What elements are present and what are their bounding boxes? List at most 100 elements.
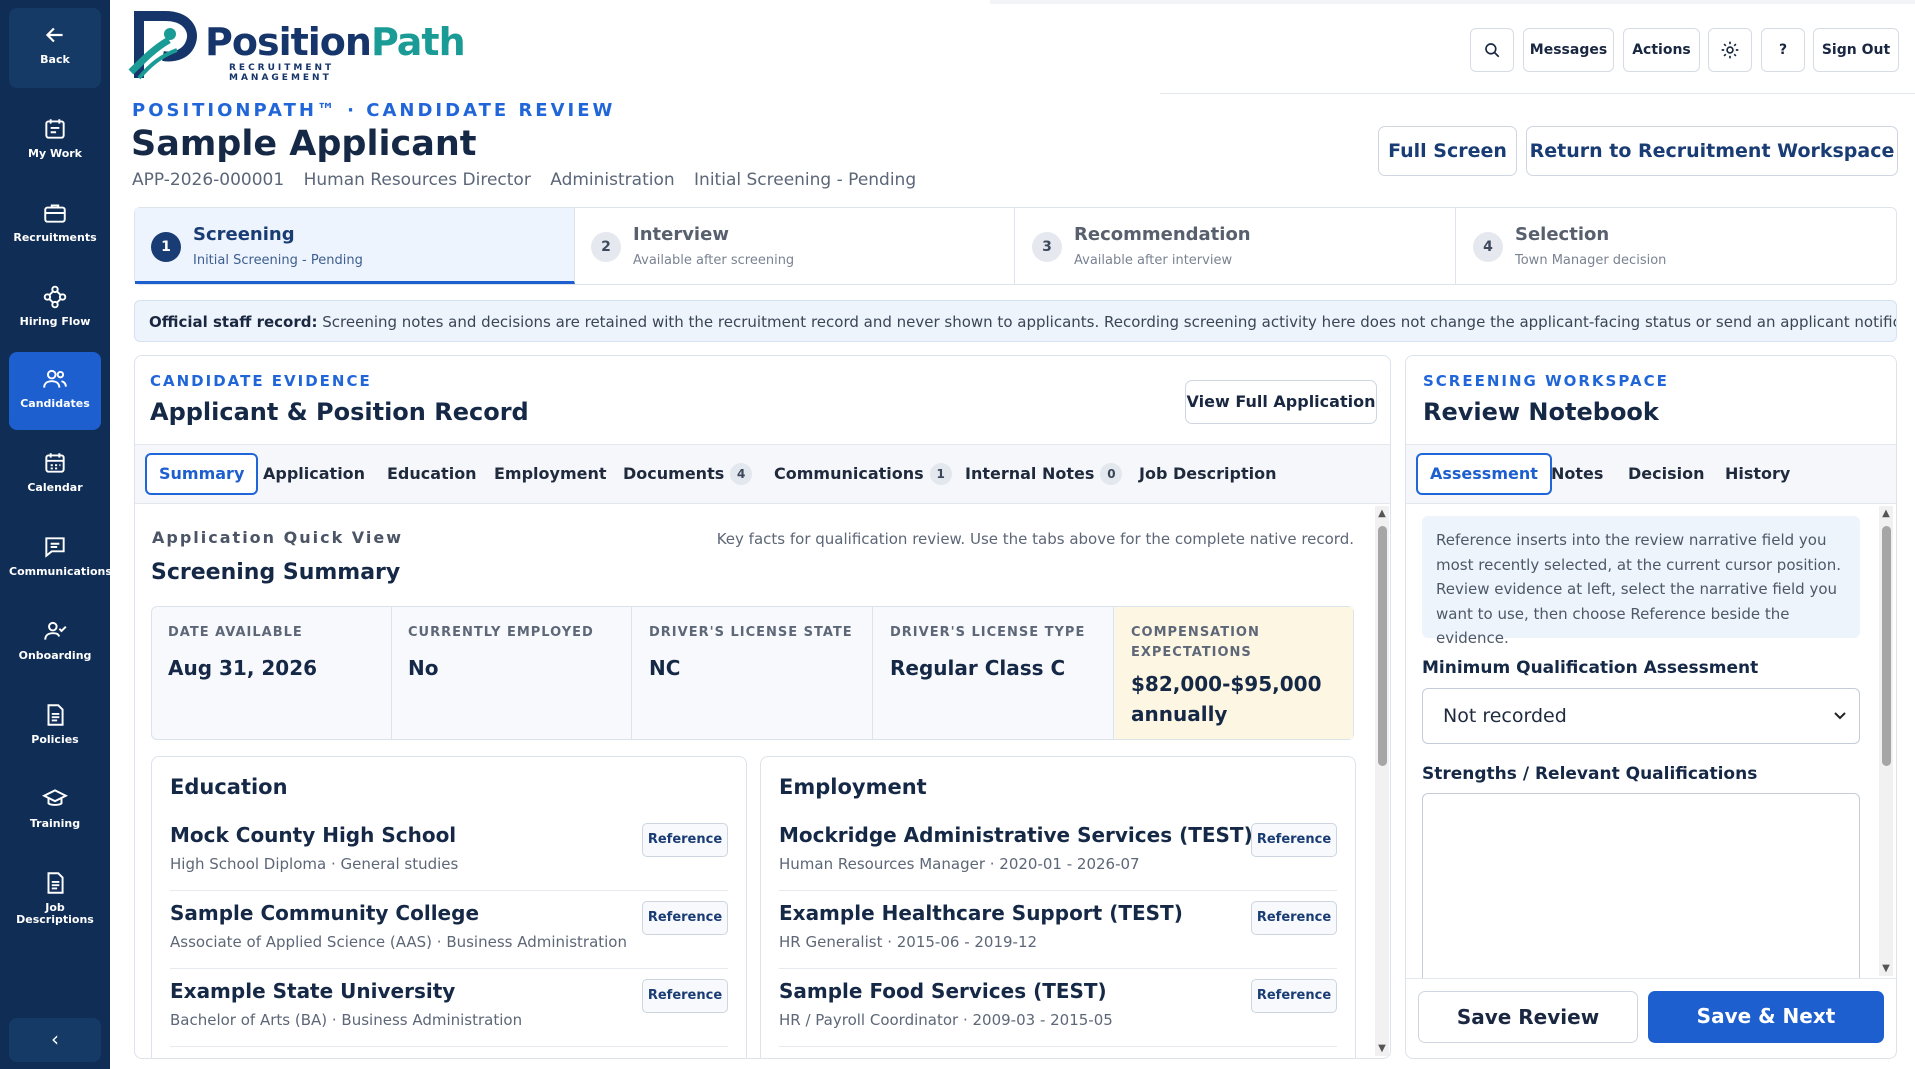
fact-date-available: DATE AVAILABLE Aug 31, 2026 [152, 607, 392, 739]
fact-license-state: DRIVER'S LICENSE STATE NC [633, 607, 873, 739]
review-stepper: 1 Screening Initial Screening - Pending … [134, 207, 1897, 285]
tab-communications[interactable]: Communications 1 [762, 453, 964, 495]
sidebar-item-policies[interactable]: Policies [9, 688, 101, 766]
sidebar-item-hiring-flow[interactable]: Hiring Flow [9, 270, 101, 348]
save-review-button[interactable]: Save Review [1418, 991, 1638, 1043]
briefcase-icon [44, 204, 66, 223]
evidence-scrollbar[interactable]: ▲ ▼ [1375, 506, 1389, 1056]
calendar-check-icon [45, 119, 65, 139]
sidebar-item-label: Hiring Flow [19, 315, 91, 328]
tab-education[interactable]: Education [375, 453, 489, 495]
calendar-icon [45, 453, 65, 473]
step-subtitle: Town Manager decision [1515, 253, 1667, 268]
full-screen-button[interactable]: Full Screen [1378, 126, 1517, 176]
step-interview[interactable]: 2 Interview Available after screening [575, 208, 1015, 284]
scroll-up-icon[interactable]: ▲ [1881, 508, 1891, 519]
screening-facts: DATE AVAILABLE Aug 31, 2026 CURRENTLY EMP… [151, 606, 1354, 740]
quick-view-title: Screening Summary [151, 560, 401, 585]
reference-button[interactable]: Reference [1251, 979, 1337, 1013]
scroll-thumb[interactable] [1378, 526, 1387, 766]
actions-button[interactable]: Actions [1623, 28, 1700, 72]
employment-card: Employment Mockridge Administrative Serv… [760, 756, 1356, 1058]
count-badge: 4 [730, 463, 753, 485]
reference-button[interactable]: Reference [642, 901, 728, 935]
education-heading: Education [170, 775, 288, 799]
sidebar-item-onboarding[interactable]: Onboarding [9, 604, 101, 682]
step-subtitle: Available after interview [1074, 253, 1233, 268]
page-title: Sample Applicant [131, 124, 477, 164]
list-item: Example State University Bachelor of Art… [170, 969, 728, 1047]
tab-decision[interactable]: Decision [1616, 453, 1717, 495]
reference-help-note: Reference inserts into the review narrat… [1422, 516, 1860, 647]
step-selection[interactable]: 4 Selection Town Manager decision [1457, 208, 1897, 284]
sidebar-item-recruitments[interactable]: Recruitments [9, 186, 101, 264]
tab-summary[interactable]: Summary [145, 453, 259, 495]
tab-employment[interactable]: Employment [482, 453, 619, 495]
workspace-tabs: Assessment Notes Decision History [1406, 444, 1896, 504]
save-next-button[interactable]: Save & Next [1648, 991, 1884, 1043]
scroll-down-icon[interactable]: ▼ [1377, 1043, 1387, 1054]
tab-internal-notes[interactable]: Internal Notes 0 [953, 453, 1134, 495]
min-qual-label: Minimum Qualification Assessment [1422, 658, 1759, 678]
scroll-up-icon[interactable]: ▲ [1377, 508, 1387, 519]
tab-notes[interactable]: Notes [1539, 453, 1615, 495]
tab-application[interactable]: Application [251, 453, 377, 495]
sidebar-item-label: Back [40, 53, 70, 66]
sidebar-item-label: Recruitments [13, 231, 97, 244]
brand-name: PositionPath [205, 20, 466, 64]
reference-button[interactable]: Reference [1251, 823, 1337, 857]
back-button[interactable]: Back [9, 8, 101, 88]
gear-icon [1721, 41, 1739, 59]
sidebar-item-my-work[interactable]: My Work [9, 102, 101, 180]
step-subtitle: Available after screening [633, 253, 795, 268]
search-icon [1485, 43, 1500, 58]
department: Administration [550, 170, 675, 190]
scroll-down-icon[interactable]: ▼ [1881, 963, 1891, 974]
sidebar-collapse-button[interactable]: ‹ [9, 1018, 101, 1062]
workspace-scrollbar[interactable]: ▲ ▼ [1879, 506, 1893, 976]
tab-history[interactable]: History [1713, 453, 1802, 495]
save-bar: Save Review Save & Next [1406, 978, 1896, 1052]
view-full-application-button[interactable]: View Full Application [1185, 380, 1377, 424]
tab-job-description[interactable]: Job Description [1127, 453, 1288, 495]
sidebar-item-training[interactable]: Training [9, 772, 101, 850]
users-icon [43, 369, 67, 388]
step-number: 1 [151, 232, 181, 262]
step-screening[interactable]: 1 Screening Initial Screening - Pending [135, 208, 575, 284]
reference-button[interactable]: Reference [642, 823, 728, 857]
reference-button[interactable]: Reference [642, 979, 728, 1013]
sidebar-item-communications[interactable]: Communications [9, 520, 112, 598]
step-number: 4 [1473, 232, 1503, 262]
step-recommendation[interactable]: 3 Recommendation Available after intervi… [1016, 208, 1456, 284]
application-id: APP-2026-000001 [132, 170, 285, 190]
staff-record-notice: Official staff record: Screening notes a… [134, 300, 1897, 342]
tab-assessment[interactable]: Assessment [1416, 453, 1552, 495]
scroll-thumb[interactable] [1882, 526, 1891, 766]
document-icon [47, 704, 64, 726]
sidebar-item-calendar[interactable]: Calendar [9, 436, 101, 514]
return-to-workspace-button[interactable]: Return to Recruitment Workspace [1526, 126, 1898, 176]
list-item: Mock County High School High School Dipl… [170, 813, 728, 891]
sidebar-item-label: Training [29, 817, 81, 830]
step-number: 3 [1032, 232, 1062, 262]
sidebar-item-label: Calendar [27, 481, 83, 494]
sidebar-item-label: Policies [31, 733, 79, 746]
help-button[interactable]: ? [1761, 28, 1805, 72]
step-title: Interview [633, 224, 729, 245]
sidebar-item-job-descriptions[interactable]: Job Descriptions [9, 856, 101, 940]
tab-documents[interactable]: Documents 4 [611, 453, 764, 495]
sidebar-item-label: Communications [9, 565, 112, 578]
sign-out-button[interactable]: Sign Out [1813, 28, 1899, 72]
min-qual-select[interactable]: Not recorded [1422, 688, 1860, 744]
header-divider [1160, 93, 1915, 94]
list-item: Example Healthcare Support (TEST) HR Gen… [779, 891, 1337, 969]
logo-mark-icon [128, 11, 197, 80]
messages-button[interactable]: Messages [1523, 28, 1614, 72]
application-status: Initial Screening - Pending [694, 170, 917, 190]
reference-button[interactable]: Reference [1251, 901, 1337, 935]
fact-license-type: DRIVER'S LICENSE TYPE Regular Class C [874, 607, 1114, 739]
sidebar-item-candidates[interactable]: Candidates [9, 352, 101, 430]
panel-title: Review Notebook [1423, 398, 1659, 426]
search-button[interactable] [1470, 28, 1514, 72]
settings-button[interactable] [1708, 28, 1752, 72]
